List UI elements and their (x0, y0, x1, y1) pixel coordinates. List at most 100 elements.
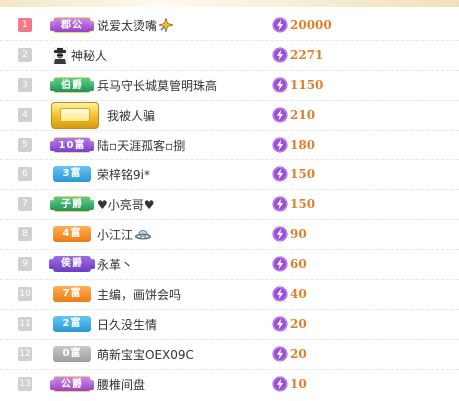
user-name-text: 腰椎间盘 (97, 377, 146, 392)
score-value: 20 (290, 346, 307, 361)
score-value: 1150 (290, 77, 324, 92)
leaderboard-row[interactable]: 3 伯爵 兵马守长城莫管明珠高 1150 (0, 71, 459, 101)
score-value: 90 (290, 227, 307, 242)
badge-wing-right (89, 200, 94, 211)
badge-wing-left (50, 379, 55, 390)
rank-title-badge: 侯爵 (49, 256, 95, 273)
rank-title-badge: 郡公 (50, 17, 94, 33)
badge-label: 4富 (62, 228, 82, 240)
leaderboard-row[interactable]: 6 3富 荣梓铭9i* 150 (0, 160, 459, 191)
user-name[interactable]: 日久没生情 (97, 317, 157, 333)
user-name[interactable]: 荣梓铭9i* (97, 167, 150, 183)
rank-title-badge: 子爵 (50, 196, 94, 213)
user-name-text: 说爱太烫嘴 (97, 19, 158, 33)
rank-number: 8 (18, 227, 32, 242)
ufo-icon (135, 230, 151, 240)
rank-number: 10 (18, 287, 32, 302)
rank-title-badge: 公爵 (50, 375, 94, 392)
user-name-text: 陆▫天涯孤客▫捌 (97, 138, 186, 153)
user-name[interactable]: 兵马守长城莫管明珠高 (97, 78, 217, 94)
badge-wing-left (50, 140, 55, 151)
user-name-text: 我被人骗 (107, 108, 156, 123)
contribution-leaderboard: 1 郡公 说爱太烫嘴 20000 2 神秘人 2271 3 伯爵 兵马守长城莫管明珠高 1150 4 我… (0, 0, 459, 401)
rank-title-badge: 3富 (53, 166, 91, 183)
user-name[interactable]: ♥小亮哥♥ (97, 197, 155, 213)
rank-number: 3 (18, 77, 32, 92)
rank-title-badge: 伯爵 (50, 76, 94, 93)
score-value: 150 (290, 197, 316, 212)
score-value: 2271 (290, 47, 324, 62)
score-value: 20000 (290, 18, 332, 32)
leaderboard-row[interactable]: 5 10富 陆▫天涯孤客▫捌 180 (0, 131, 459, 161)
leaderboard-row[interactable]: 11 2富 日久没生情 20 (0, 310, 459, 340)
badge-wing-left (50, 21, 55, 31)
lightning-bolt-icon (272, 166, 288, 182)
lightning-bolt-icon (272, 376, 288, 392)
user-name-text: 荣梓铭9i* (97, 168, 150, 183)
badge-label: 侯爵 (61, 258, 83, 270)
lightning-bolt-icon (272, 286, 288, 302)
rank-title-badge: 7富 (53, 286, 91, 303)
user-name-text: 兵马守长城莫管明珠高 (97, 78, 218, 93)
user-name-text: 永革丶 (97, 258, 134, 273)
score-value: 60 (290, 257, 307, 272)
badge-label: 伯爵 (61, 79, 83, 91)
lightning-bolt-icon (272, 226, 288, 242)
user-name[interactable]: 小江江 (97, 227, 151, 243)
lightning-bolt-icon (272, 47, 288, 63)
user-name[interactable]: 陆▫天涯孤客▫捌 (97, 138, 185, 154)
score-value: 210 (290, 107, 316, 122)
badge-wing-left (49, 259, 54, 270)
badge-wing-right (89, 140, 94, 151)
badge-label: 3富 (62, 168, 82, 180)
badge-label: 0富 (62, 347, 82, 359)
lightning-bolt-icon (272, 346, 288, 362)
badge-label: 10富 (58, 139, 86, 151)
user-name[interactable]: 腰椎间盘 (97, 377, 145, 393)
rank-title-badge: 4富 (53, 226, 91, 243)
mystery-person-icon (52, 46, 68, 64)
leaderboard-row[interactable]: 4 我被人骗 210 (0, 101, 459, 131)
user-name[interactable]: 说爱太烫嘴 (97, 18, 174, 34)
leaderboard-row[interactable]: 1 郡公 说爱太烫嘴 20000 (0, 11, 459, 41)
rank-number: 6 (18, 167, 32, 182)
score-value: 180 (290, 137, 316, 152)
lightning-bolt-icon (272, 137, 288, 153)
user-name[interactable]: 我被人骗 (107, 108, 155, 124)
user-name[interactable]: 神秘人 (71, 48, 107, 64)
badge-label: 2富 (62, 317, 82, 329)
badge-wing-right (90, 259, 95, 270)
lightning-bolt-icon (272, 107, 288, 123)
lightning-bolt-icon (272, 316, 288, 332)
gold-throne-badge (51, 101, 99, 129)
leaderboard-row[interactable]: 10 7富 主编，画饼会吗 40 (0, 280, 459, 310)
score-value: 150 (290, 167, 316, 182)
badge-label: 郡公 (61, 20, 83, 31)
rank-number: 1 (18, 18, 32, 32)
leaderboard-row[interactable]: 7 子爵 ♥小亮哥♥ 150 (0, 190, 459, 221)
user-name[interactable]: 萌新宝宝OEX09C (97, 347, 194, 363)
score-value: 10 (290, 376, 307, 391)
gold-throne-plate (60, 107, 90, 122)
leaderboard-row[interactable]: 13 公爵 腰椎间盘 10 (0, 370, 459, 400)
rank-title-badge: 0富 (53, 345, 91, 362)
badge-label: 公爵 (61, 378, 83, 390)
score-value: 20 (290, 316, 307, 331)
user-name[interactable]: 主编，画饼会吗 (97, 287, 181, 303)
badge-wing-left (50, 80, 55, 91)
badge-wing-left (50, 200, 55, 211)
leaderboard-row[interactable]: 12 0富 萌新宝宝OEX09C 20 (0, 340, 459, 370)
leaderboard-row[interactable]: 2 神秘人 2271 (0, 41, 459, 71)
rank-title-badge: 10富 (50, 136, 94, 153)
badge-wing-right (89, 80, 94, 91)
lightning-bolt-icon (272, 17, 288, 33)
leaderboard-row[interactable]: 8 4富 小江江 90 (0, 220, 459, 251)
lightning-bolt-icon (272, 77, 288, 93)
user-name-text: 主编，画饼会吗 (97, 288, 182, 303)
leaderboard-list: 1 郡公 说爱太烫嘴 20000 2 神秘人 2271 3 伯爵 兵马守长城莫管明珠高 1150 4 我… (0, 11, 459, 400)
user-name-text: 日久没生情 (97, 317, 158, 332)
header-strip (0, 0, 459, 7)
user-name-text: ♥小亮哥♥ (97, 198, 155, 213)
leaderboard-row[interactable]: 9 侯爵 永革丶 60 (0, 250, 459, 281)
user-name[interactable]: 永革丶 (97, 257, 133, 273)
